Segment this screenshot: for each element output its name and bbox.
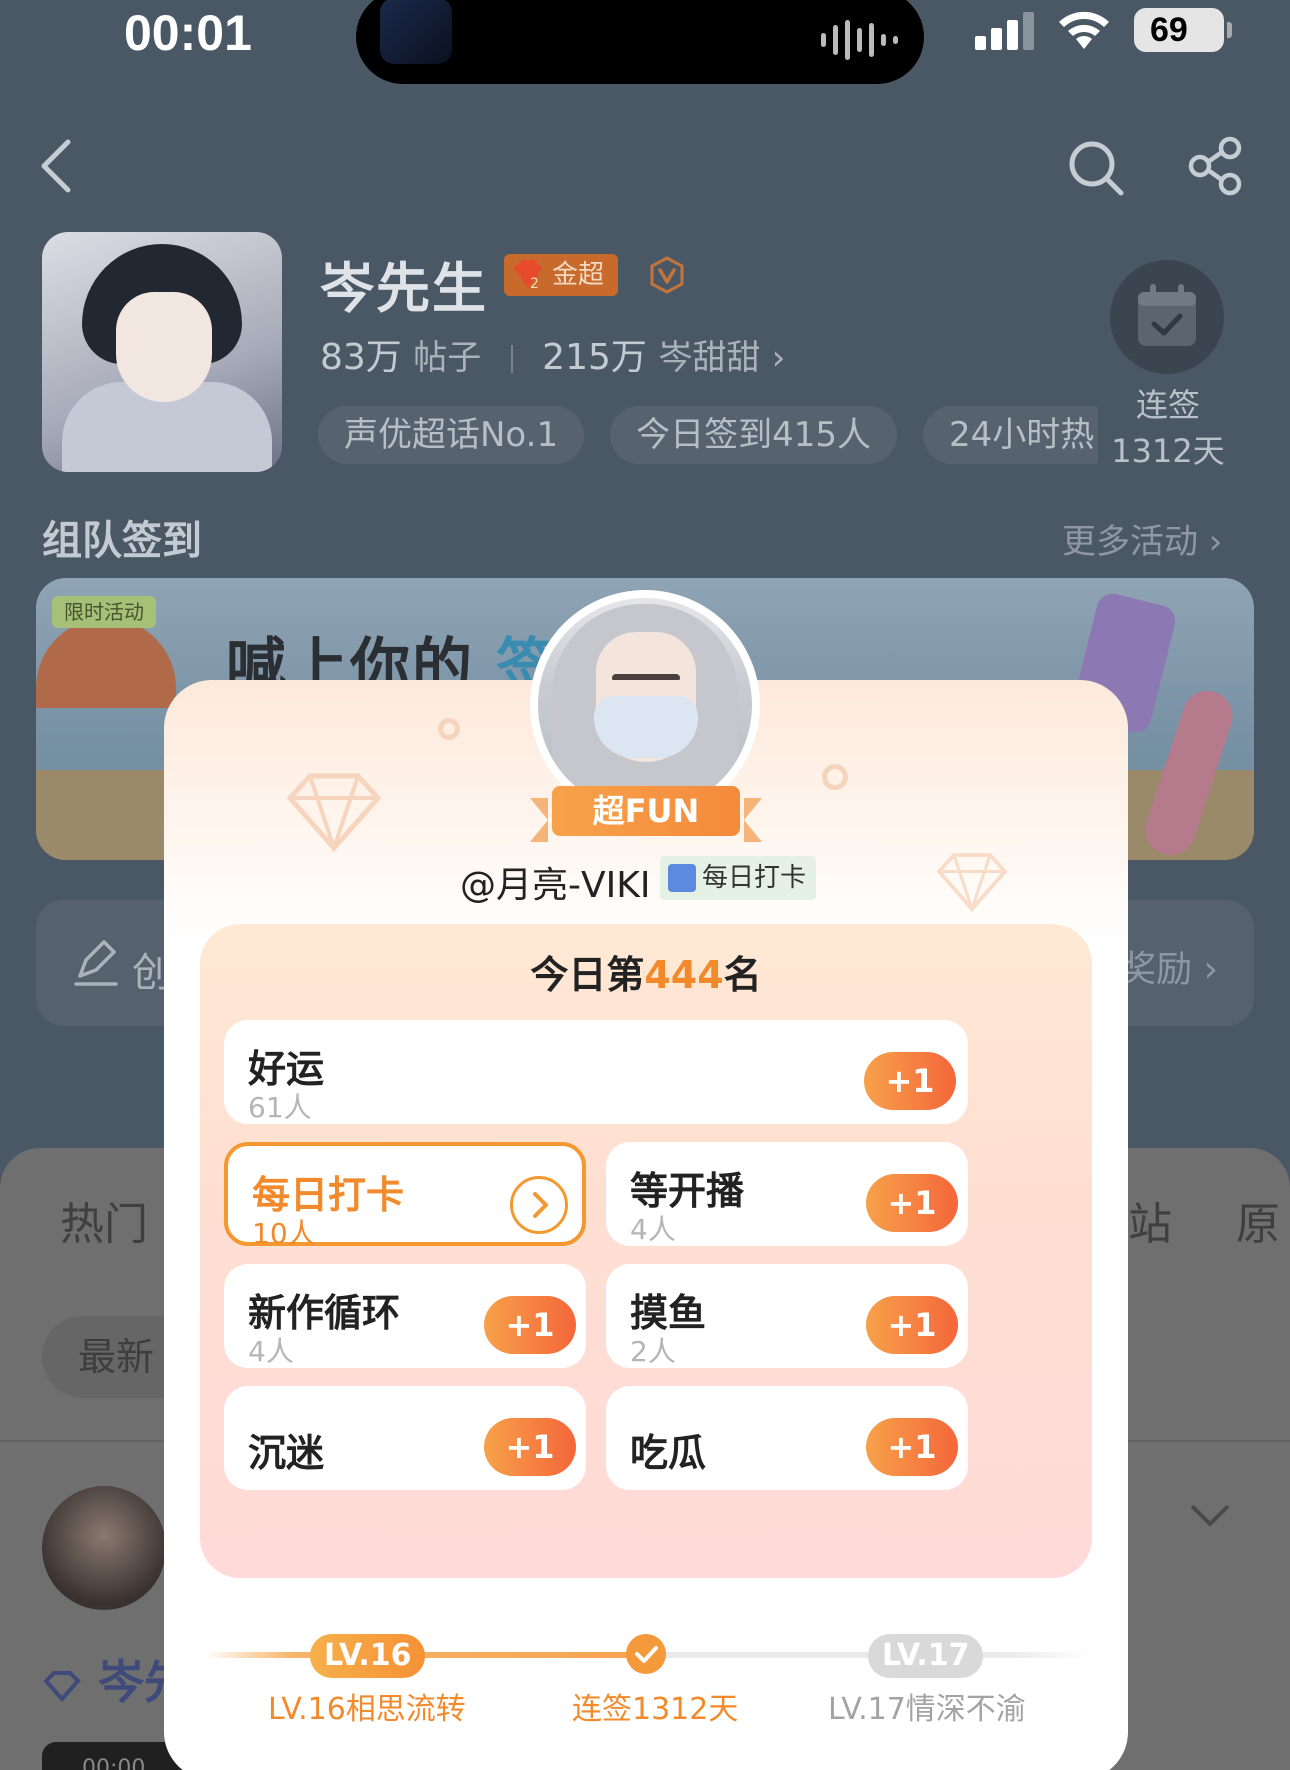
plus-one-button[interactable]: +1 (866, 1174, 958, 1232)
svg-text:2: 2 (530, 276, 539, 292)
chevron-right-icon[interactable]: › (772, 338, 786, 378)
super-fun-ribbon: 超FUN (530, 786, 762, 842)
rank-number: 444 (644, 953, 724, 997)
badge-label: 金超 (552, 260, 605, 290)
next-level-pill: LV.17 (868, 1634, 984, 1678)
current-level-pill: LV.16 (310, 1634, 426, 1678)
checkin-rank-panel: 今日第444名 好运 61人 +1 每日打卡 10人 等开播 4人 +1 新作循… (200, 924, 1092, 1578)
diamond-icon: 2 (514, 260, 542, 292)
checkin-button[interactable] (1110, 260, 1224, 374)
posts-label: 帖子 (413, 338, 482, 378)
check-icon (626, 1634, 666, 1674)
option-daily-checkin[interactable]: 每日打卡 10人 (224, 1142, 586, 1250)
share-icon[interactable] (1186, 136, 1246, 196)
option-good-luck[interactable]: 好运 61人 +1 (224, 1020, 968, 1124)
status-time: 00:01 (124, 5, 252, 61)
chip-24h[interactable]: 24小时热 (922, 406, 1098, 464)
diamond-decoration-icon (286, 773, 382, 852)
plus-one-button[interactable]: +1 (866, 1418, 958, 1476)
now-playing-artwork (380, 0, 452, 64)
post-author-avatar[interactable] (42, 1486, 166, 1610)
tab-hot[interactable]: 热门 (60, 1188, 148, 1252)
fans-label[interactable]: 岑甜甜 (658, 338, 760, 378)
tab-station[interactable]: 站 (1128, 1188, 1172, 1252)
chevron-right-icon[interactable] (510, 1176, 568, 1234)
user-checkin-tag: 每日打卡 (660, 856, 817, 900)
search-icon[interactable] (1066, 138, 1126, 198)
cellular-signal-icon (975, 10, 1034, 50)
plus-one-button[interactable]: +1 (484, 1418, 576, 1476)
plus-one-button[interactable]: +1 (866, 1296, 958, 1354)
option-addicted[interactable]: 沉迷 +1 (224, 1386, 586, 1490)
topic-cover-image[interactable] (42, 232, 282, 472)
chip-rank[interactable]: 声优超话No.1 (318, 406, 585, 464)
status-bar: 00:01 69 (0, 0, 1290, 84)
pen-icon (74, 940, 118, 986)
rank-title: 今日第444名 (530, 953, 762, 997)
streak-label: 连签 (1135, 386, 1200, 424)
battery-indicator: 69 (1134, 8, 1232, 52)
posts-count: 83万 (320, 337, 402, 378)
wifi-icon (1059, 11, 1109, 49)
option-eating-melon[interactable]: 吃瓜 +1 (606, 1386, 968, 1490)
audio-waveform-icon (821, 20, 898, 60)
gold-super-badge[interactable]: 2 金超 (504, 254, 619, 296)
chip-today-checkin[interactable]: 今日签到415人 (610, 406, 897, 464)
calendar-icon (668, 864, 696, 892)
reward-link[interactable]: 奖励 › (1120, 940, 1218, 992)
topic-chips: 声优超话No.1 今日签到415人 24小时热 (318, 406, 1098, 464)
limited-time-tag: 限时活动 (52, 596, 156, 628)
verified-v-icon (650, 256, 684, 294)
tab-original[interactable]: 原 (1236, 1188, 1280, 1252)
calendar-check-icon (1138, 284, 1196, 346)
topic-stats: 83万 帖子 215万 岑甜甜 › (320, 328, 785, 380)
user-handle[interactable]: @月亮-VIKI (460, 856, 650, 908)
chevron-down-icon[interactable] (1190, 1504, 1230, 1528)
back-arrow-icon[interactable] (36, 138, 76, 194)
option-new-work-loop[interactable]: 新作循环 4人 +1 (224, 1264, 586, 1368)
current-level-label: LV.16相思流转 (268, 1692, 466, 1727)
plus-one-button[interactable]: +1 (864, 1052, 956, 1110)
fans-count: 215万 (542, 337, 647, 378)
plus-one-button[interactable]: +1 (484, 1296, 576, 1354)
option-slacking[interactable]: 摸鱼 2人 +1 (606, 1264, 968, 1368)
diamond-icon (43, 1670, 81, 1702)
more-activity-link[interactable]: 更多活动 › (1062, 514, 1222, 563)
option-waiting-live[interactable]: 等开播 4人 +1 (606, 1142, 968, 1246)
streak-info: 连签 1312天 (1100, 382, 1236, 474)
next-level-label: LV.17情深不渝 (828, 1692, 1026, 1727)
diamond-decoration-icon (936, 853, 1008, 912)
streak-days: 1312天 (1111, 432, 1225, 470)
topic-title: 岑先生 (320, 257, 488, 320)
dynamic-island[interactable] (356, 0, 924, 84)
streak-progress-label: 连签1312天 (572, 1692, 739, 1727)
team-checkin-title: 组队签到 (42, 518, 202, 564)
ribbon-label: 超FUN (552, 786, 740, 836)
